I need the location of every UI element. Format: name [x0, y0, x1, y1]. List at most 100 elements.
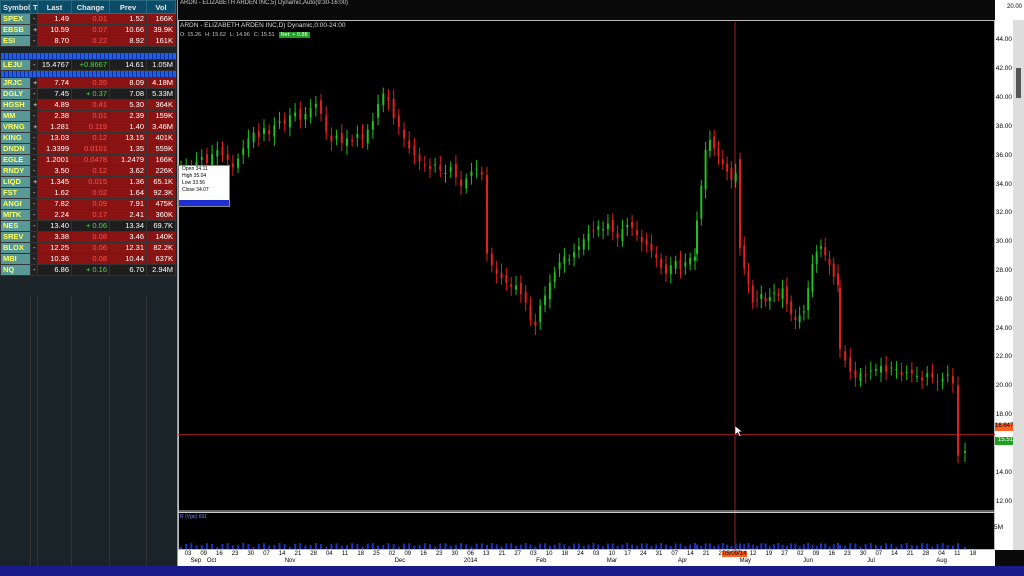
candle-body[interactable] [480, 172, 483, 175]
candle-body[interactable] [655, 254, 658, 259]
candle-body[interactable] [815, 252, 818, 265]
candle-body[interactable] [304, 113, 307, 120]
candle-body[interactable] [859, 373, 862, 382]
candle-body[interactable] [660, 258, 663, 269]
scrollbar-thumb[interactable] [1016, 68, 1021, 98]
candle-body[interactable] [288, 115, 291, 128]
candle-body[interactable] [211, 154, 214, 166]
candle-body[interactable] [694, 256, 696, 261]
vertical-scrollbar[interactable] [1013, 20, 1024, 550]
candle-body[interactable] [764, 297, 767, 302]
candle-body[interactable] [216, 149, 219, 157]
candle-body[interactable] [739, 159, 741, 248]
candle-body[interactable] [273, 125, 276, 137]
candle-body[interactable] [905, 371, 908, 373]
candle-body[interactable] [490, 253, 493, 266]
candle-body[interactable] [283, 119, 286, 124]
candle-body[interactable] [839, 287, 841, 349]
candle-body[interactable] [345, 138, 348, 146]
candle-body[interactable] [849, 357, 852, 372]
candle-body[interactable] [631, 221, 634, 228]
candle-body[interactable] [751, 285, 754, 303]
candle-body[interactable] [640, 237, 643, 243]
candle-body[interactable] [577, 246, 580, 250]
candle-body[interactable] [205, 154, 208, 163]
candle-body[interactable] [611, 219, 614, 233]
candle-body[interactable] [802, 311, 805, 313]
candle-body[interactable] [674, 260, 677, 269]
volume-panel[interactable] [178, 512, 995, 551]
candle-body[interactable] [664, 264, 667, 274]
candle-body[interactable] [747, 271, 750, 284]
candle-body[interactable] [573, 252, 576, 258]
candle-body[interactable] [392, 98, 395, 119]
candle-body[interactable] [519, 282, 522, 295]
candle-body[interactable] [730, 168, 733, 181]
candle-body[interactable] [946, 374, 949, 376]
candle-body[interactable] [828, 258, 831, 266]
candle-body[interactable] [621, 229, 624, 242]
candle-body[interactable] [366, 129, 369, 144]
candle-body[interactable] [951, 376, 954, 384]
candle-body[interactable] [936, 381, 939, 383]
candle-body[interactable] [449, 167, 452, 172]
candle-body[interactable] [460, 179, 463, 186]
candle-body[interactable] [278, 121, 281, 123]
candle-body[interactable] [844, 351, 847, 361]
candle-body[interactable] [247, 138, 250, 149]
price-axis[interactable]: 44.00 42.00 40.00 38.00 36.00 34.00 32.00 30.00… [995, 20, 1013, 550]
candle-body[interactable] [768, 296, 771, 302]
candle-body[interactable] [428, 166, 431, 169]
candle-body[interactable] [626, 224, 629, 228]
candle-body[interactable] [299, 108, 302, 120]
candle-body[interactable] [486, 176, 488, 254]
candle-body[interactable] [221, 146, 224, 156]
candle-body[interactable] [837, 273, 839, 286]
candle-body[interactable] [669, 265, 672, 275]
date-axis[interactable]: 03 09 16 23 30 07 14 21 28 04 11 18 25 02 09 16 23 30 06 13… [178, 550, 995, 566]
candle-body[interactable] [200, 157, 203, 160]
candle-body[interactable] [231, 163, 234, 168]
candle-body[interactable] [356, 134, 359, 138]
candle-body[interactable] [726, 163, 729, 172]
candle-body[interactable] [553, 272, 556, 283]
candle-body[interactable] [408, 140, 411, 149]
candle-body[interactable] [790, 301, 793, 315]
candle-body[interactable] [444, 173, 447, 174]
candle-body[interactable] [397, 115, 400, 127]
candle-body[interactable] [696, 220, 698, 254]
candle-body[interactable] [824, 247, 827, 256]
candle-body[interactable] [708, 139, 711, 152]
candle-body[interactable] [371, 121, 374, 130]
candle-body[interactable] [325, 115, 328, 133]
candle-body[interactable] [465, 178, 468, 189]
candle-body[interactable] [423, 164, 426, 166]
candle-body[interactable] [582, 239, 585, 250]
candle-body[interactable] [760, 294, 763, 300]
candle-body[interactable] [439, 164, 442, 171]
candle-body[interactable] [524, 291, 527, 303]
candle-body[interactable] [645, 239, 648, 246]
candle-body[interactable] [294, 112, 297, 117]
candle-body[interactable] [650, 243, 653, 251]
candle-body[interactable] [689, 258, 692, 265]
candle-body[interactable] [434, 164, 437, 166]
candle-body[interactable] [257, 131, 260, 137]
candle-body[interactable] [874, 369, 877, 371]
candle-body[interactable] [226, 154, 229, 161]
candle-body[interactable] [717, 148, 720, 156]
candle-body[interactable] [854, 370, 857, 378]
candle-body[interactable] [475, 168, 478, 170]
candle-body[interactable] [777, 293, 780, 296]
candle-body[interactable] [811, 263, 814, 292]
candle-body[interactable] [335, 135, 338, 139]
candle-body[interactable] [314, 103, 317, 108]
candle-body[interactable] [819, 246, 822, 249]
candle-body[interactable] [915, 376, 918, 378]
candle-body[interactable] [941, 379, 944, 382]
candle-body[interactable] [413, 145, 416, 156]
candle-body[interactable] [351, 139, 354, 142]
candle-body[interactable] [252, 132, 255, 142]
candle-body[interactable] [500, 272, 503, 279]
candle-body[interactable] [957, 385, 959, 456]
